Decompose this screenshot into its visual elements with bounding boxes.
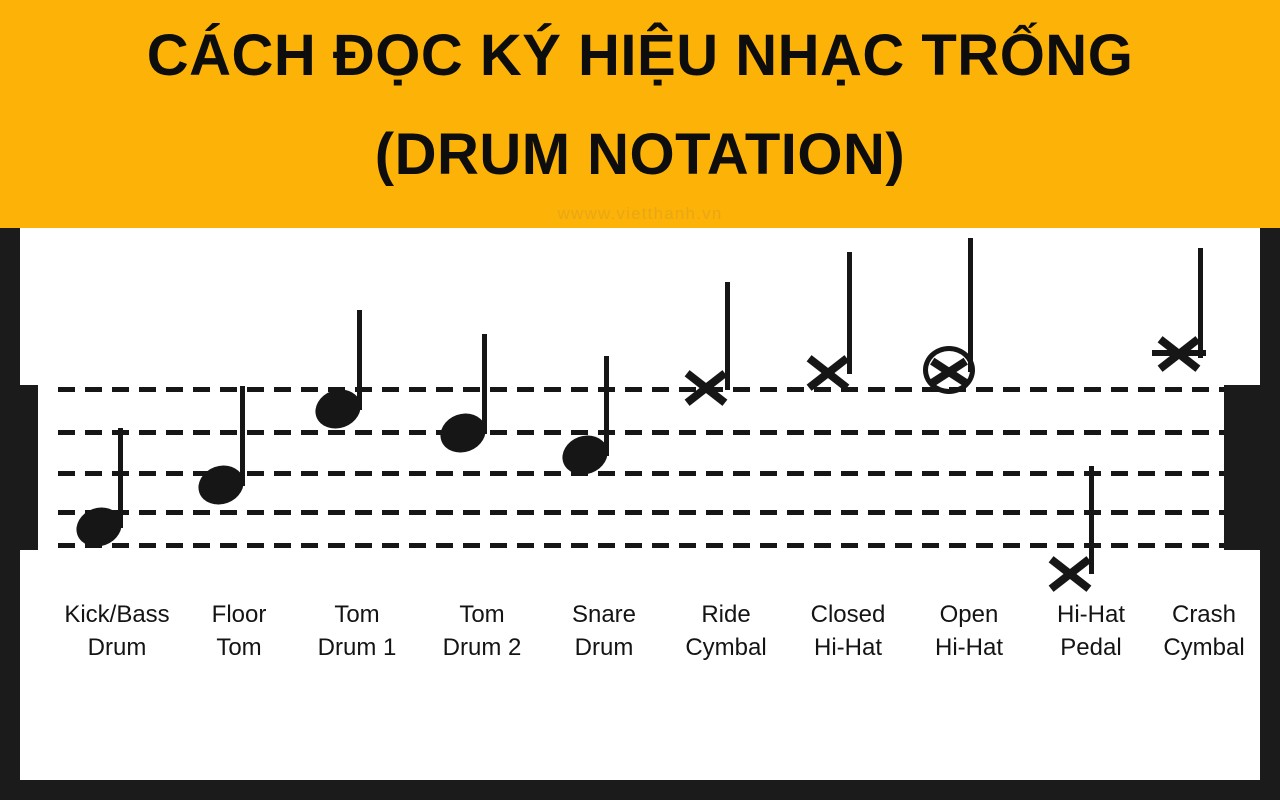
label-tom-drum-2-line1: Tom — [459, 601, 505, 628]
label-floor-tom-line1: Floor — [211, 601, 267, 628]
stem-open-hi-hat — [968, 238, 973, 372]
page-title-line-1: CÁCH ĐỌC KÝ HIỆU NHẠC TRỐNG — [146, 23, 1134, 88]
stem-floor-tom — [240, 386, 245, 486]
stem-tom-drum-1 — [357, 310, 362, 410]
watermark-text: wwww.vietthanh.vn — [557, 204, 723, 223]
stem-kick-bass-drum — [118, 428, 123, 528]
content-panel: Kick/Bass Drum Floor Tom Tom Drum 1 Tom … — [0, 228, 1262, 780]
stem-closed-hi-hat — [847, 252, 852, 374]
stem-tom-drum-2 — [482, 334, 487, 434]
label-ride-cymbal-line1: Ride — [701, 601, 751, 628]
staff-line-1 — [58, 387, 1224, 392]
drum-notation-infographic: CÁCH ĐỌC KÝ HIỆU NHẠC TRỐNG (DRUM NOTATI… — [0, 0, 1280, 800]
notehead-closed-hi-hat — [803, 347, 853, 397]
stem-ride-cymbal — [725, 282, 730, 390]
label-crash-cymbal-line1: Crash — [1171, 601, 1237, 628]
notehead-crash-cymbal — [1152, 328, 1206, 378]
barline-right — [1224, 385, 1262, 550]
label-kick-bass-drum-line1: Kick/Bass — [64, 601, 170, 628]
label-hi-hat-pedal-line1: Hi-Hat — [1056, 601, 1125, 628]
music-staff — [0, 228, 1262, 780]
stem-snare-drum — [604, 356, 609, 456]
label-open-hi-hat-line1: Open — [939, 601, 999, 628]
header-banner: CÁCH ĐỌC KÝ HIỆU NHẠC TRỐNG (DRUM NOTATI… — [0, 0, 1280, 228]
label-closed-hi-hat-line1: Closed — [810, 601, 886, 628]
label-crash-cymbal-line2: Cymbal — [1163, 634, 1245, 661]
notehead-hi-hat-pedal — [1045, 548, 1095, 598]
label-snare-drum-line1: Snare — [571, 601, 637, 628]
instrument-labels: Kick/Bass Drum Floor Tom Tom Drum 1 Tom … — [20, 598, 1260, 688]
label-crash-cymbal: Crash Cymbal — [1124, 598, 1280, 664]
stem-crash-cymbal — [1198, 248, 1203, 358]
page-title-line-2: (DRUM NOTATION) — [374, 122, 906, 188]
stem-hi-hat-pedal — [1089, 466, 1094, 574]
barline-left — [0, 385, 38, 550]
label-tom-drum-1-line1: Tom — [334, 601, 380, 628]
notehead-ride-cymbal — [681, 362, 731, 412]
staff-line-4 — [58, 510, 1224, 515]
staff-line-2 — [58, 430, 1224, 435]
